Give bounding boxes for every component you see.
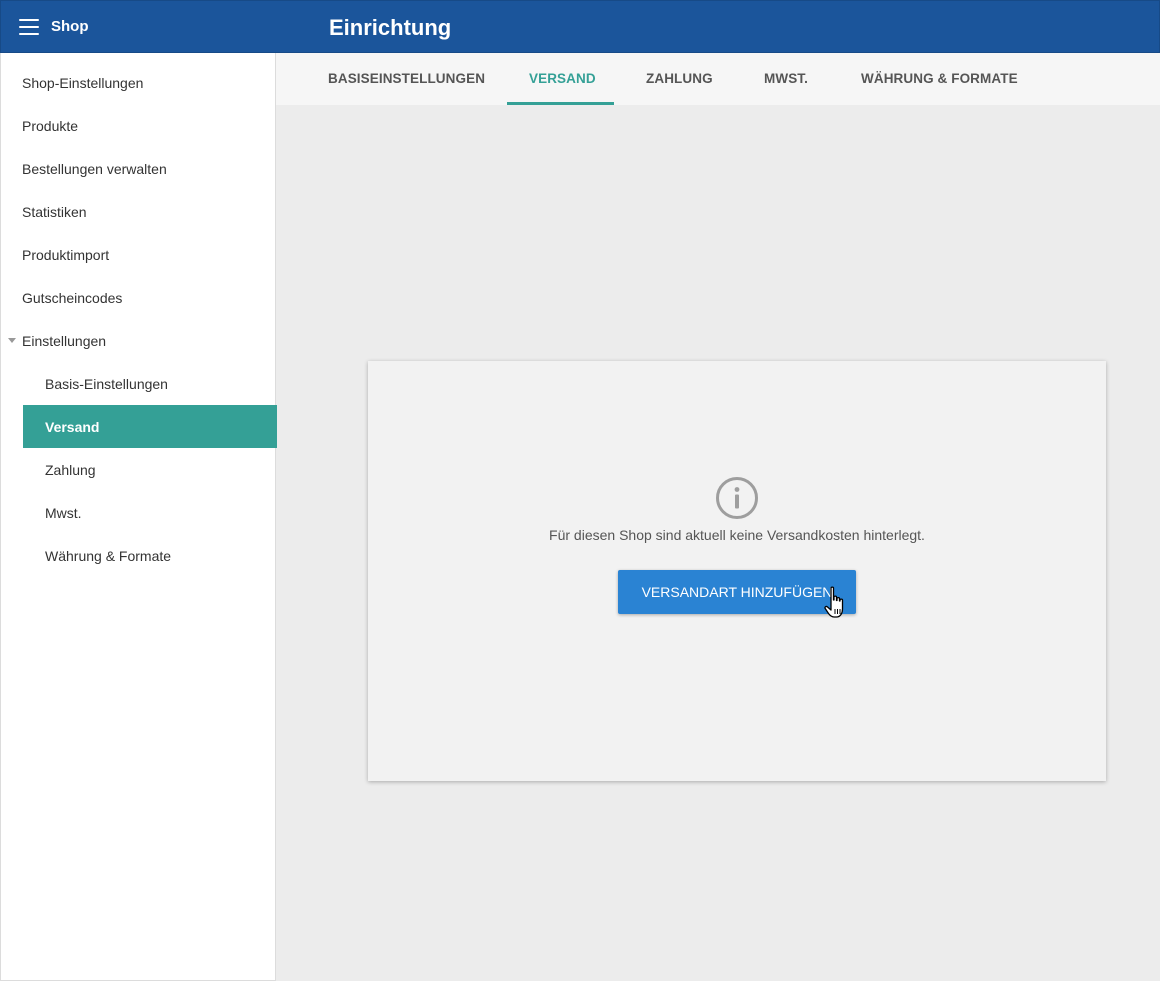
tab-waehrung-formate[interactable]: WÄHRUNG & FORMATE (861, 53, 1018, 105)
hamburger-menu-icon[interactable] (19, 19, 39, 35)
hand-pointer-icon (824, 586, 844, 618)
tab-zahlung[interactable]: ZAHLUNG (646, 53, 713, 105)
sidebar-subitem-mwst[interactable]: Mwst. (1, 491, 276, 534)
page-title: Einrichtung (329, 15, 452, 40)
sidebar-item-bestellungen[interactable]: Bestellungen verwalten (1, 147, 276, 190)
info-icon (716, 477, 758, 519)
sidebar-subitem-versand[interactable]: Versand (23, 405, 277, 448)
sidebar-item-gutscheincodes[interactable]: Gutscheincodes (1, 276, 276, 319)
sidebar-subitem-zahlung[interactable]: Zahlung (1, 448, 276, 491)
sidebar-item-label: Versand (45, 418, 100, 435)
sidebar-item-label: Zahlung (45, 461, 96, 478)
sidebar-item-produktimport[interactable]: Produktimport (1, 233, 276, 276)
empty-state-message: Für diesen Shop sind aktuell keine Versa… (549, 527, 925, 543)
sidebar-item-label: Mwst. (45, 504, 82, 521)
sidebar-item-statistiken[interactable]: Statistiken (1, 190, 276, 233)
sidebar-item-produkte[interactable]: Produkte (1, 104, 276, 147)
tab-basiseinstellungen[interactable]: BASISEINSTELLUNGEN (328, 53, 485, 105)
add-shipping-method-button[interactable]: VERSANDART HINZUFÜGEN (618, 570, 856, 614)
top-app-bar: Shop Einrichtung (0, 0, 1160, 53)
sidebar-item-label: Basis-Einstellungen (45, 375, 168, 392)
sidebar-subitem-waehrung-formate[interactable]: Währung & Formate (1, 534, 276, 577)
active-tab-indicator (507, 102, 614, 105)
tab-mwst[interactable]: MWST. (764, 53, 808, 105)
sidebar-item-label: Währung & Formate (45, 547, 172, 564)
sidebar-item-label: Produktimport (22, 246, 110, 263)
sidebar-item-einstellungen[interactable]: Einstellungen (1, 319, 276, 362)
sidebar-item-label: Statistiken (22, 203, 87, 220)
shop-label[interactable]: Shop (51, 18, 89, 35)
sidebar-subitem-basis-einstellungen[interactable]: Basis-Einstellungen (1, 362, 276, 405)
caret-down-icon[interactable] (8, 338, 16, 343)
sidebar-nav: Shop-Einstellungen Produkte Bestellungen… (0, 53, 277, 981)
tab-versand[interactable]: VERSAND (529, 53, 596, 105)
sidebar-item-label: Bestellungen verwalten (22, 160, 167, 177)
sidebar-item-label: Gutscheincodes (22, 289, 123, 306)
empty-state-card: Für diesen Shop sind aktuell keine Versa… (368, 361, 1106, 781)
sidebar-item-label: Einstellungen (22, 332, 107, 349)
sidebar-item-label: Produkte (22, 117, 79, 134)
sidebar-item-shop-einstellungen[interactable]: Shop-Einstellungen (1, 61, 276, 104)
sidebar-item-label: Shop-Einstellungen (22, 74, 144, 91)
tab-bar: BASISEINSTELLUNGEN VERSAND ZAHLUNG MWST.… (276, 53, 1160, 105)
